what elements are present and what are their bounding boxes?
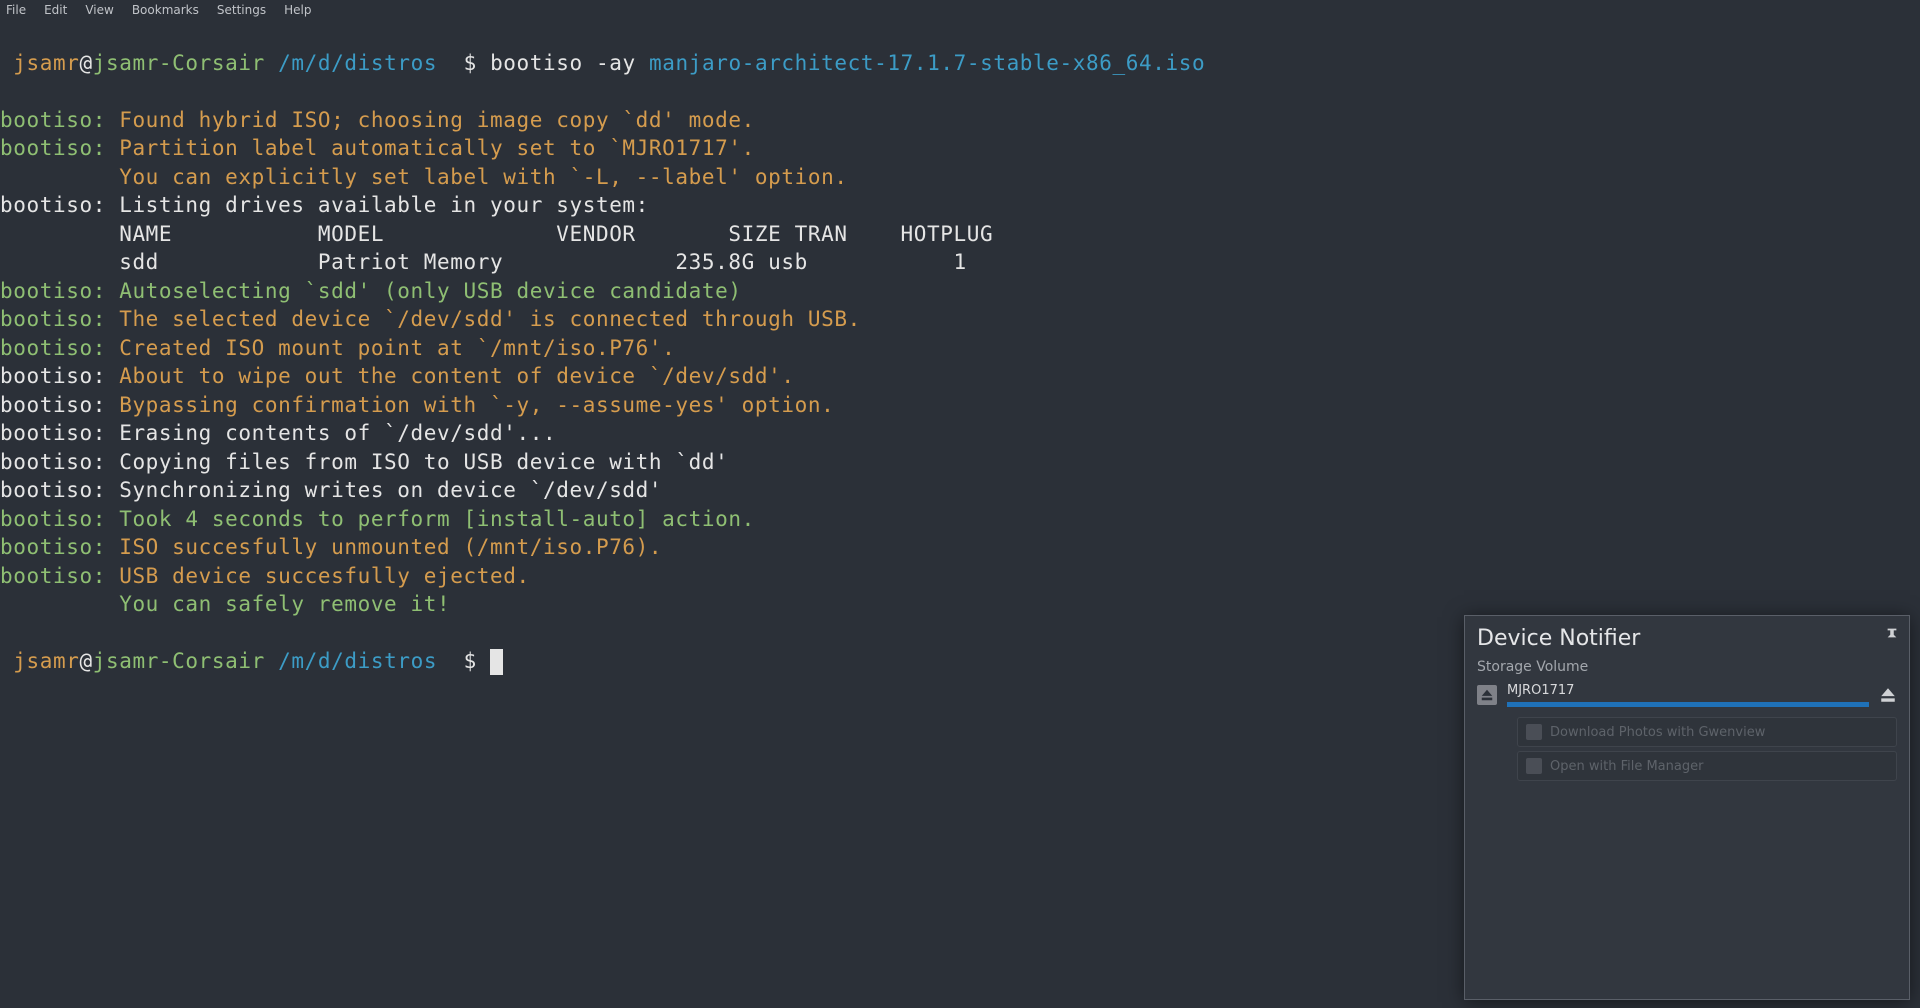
line-tag: bootiso: bbox=[0, 364, 106, 388]
line-tag: bootiso: bbox=[0, 421, 106, 445]
line-text: Copying files from ISO to USB device wit… bbox=[106, 450, 728, 474]
line-text: NAME MODEL VENDOR SIZE TRAN HOTPLUG bbox=[106, 222, 993, 246]
folder-icon bbox=[1526, 758, 1542, 774]
terminal[interactable]: jsamr@jsamr-Corsair /m/d/distros $ booti… bbox=[0, 20, 1920, 704]
line-text: ISO succesfully unmounted (/mnt/iso.P76)… bbox=[106, 535, 662, 559]
line-text: Synchronizing writes on device `/dev/sdd… bbox=[106, 478, 662, 502]
line-text: Erasing contents of `/dev/sdd'... bbox=[106, 421, 556, 445]
line-text: Listing drives available in your system: bbox=[106, 193, 649, 217]
prompt-symbol: $ bbox=[464, 649, 477, 673]
line-tag: bootiso: bbox=[0, 336, 106, 360]
prompt-path: /m/d/distros bbox=[278, 649, 437, 673]
line-tag: bootiso: bbox=[0, 478, 106, 502]
terminal-line: bootiso: The selected device `/dev/sdd' … bbox=[0, 305, 1920, 334]
terminal-line: bootiso: Created ISO mount point at `/mn… bbox=[0, 334, 1920, 363]
line-text: USB device succesfully ejected. bbox=[106, 564, 530, 588]
action-label: Download Photos with Gwenview bbox=[1550, 725, 1765, 740]
volume-label: MJRO1717 bbox=[1507, 683, 1869, 698]
line-text: You can safely remove it! bbox=[106, 592, 450, 616]
gwenview-icon bbox=[1526, 724, 1542, 740]
terminal-line: bootiso: ISO succesfully unmounted (/mnt… bbox=[0, 533, 1920, 562]
menu-edit[interactable]: Edit bbox=[44, 3, 67, 17]
prompt-user: jsamr bbox=[13, 649, 79, 673]
volume-row[interactable]: MJRO1717 bbox=[1477, 681, 1897, 707]
terminal-line: bootiso: Partition label automatically s… bbox=[0, 134, 1920, 163]
terminal-line: bootiso: Took 4 seconds to perform [inst… bbox=[0, 505, 1920, 534]
prompt-host: jsamr-Corsair bbox=[93, 649, 265, 673]
line-tag bbox=[0, 250, 106, 274]
menu-bookmarks[interactable]: Bookmarks bbox=[132, 3, 199, 17]
line-text: Bypassing confirmation with `-y, --assum… bbox=[106, 393, 834, 417]
prompt-at: @ bbox=[79, 51, 92, 75]
line-text: Created ISO mount point at `/mnt/iso.P76… bbox=[106, 336, 675, 360]
line-tag bbox=[0, 592, 106, 616]
terminal-line: bootiso: Listing drives available in you… bbox=[0, 191, 1920, 220]
line-tag: bootiso: bbox=[0, 136, 106, 160]
terminal-line: bootiso: Found hybrid ISO; choosing imag… bbox=[0, 106, 1920, 135]
menubar: File Edit View Bookmarks Settings Help bbox=[0, 0, 1920, 20]
terminal-line: bootiso: Synchronizing writes on device … bbox=[0, 476, 1920, 505]
line-text: Partition label automatically set to `MJ… bbox=[106, 136, 755, 160]
line-tag: bootiso: bbox=[0, 279, 106, 303]
terminal-line: NAME MODEL VENDOR SIZE TRAN HOTPLUG bbox=[0, 220, 1920, 249]
menu-view[interactable]: View bbox=[85, 3, 113, 17]
action-gwenview[interactable]: Download Photos with Gwenview bbox=[1517, 717, 1897, 747]
eject-icon bbox=[1477, 685, 1497, 705]
command-iso-arg: manjaro-architect-17.1.7-stable-x86_64.i… bbox=[649, 51, 1205, 75]
notifier-subhead: Storage Volume bbox=[1477, 659, 1897, 675]
eject-button[interactable] bbox=[1879, 686, 1897, 704]
line-text: Took 4 seconds to perform [install-auto]… bbox=[106, 507, 755, 531]
terminal-line: bootiso: Copying files from ISO to USB d… bbox=[0, 448, 1920, 477]
line-text: About to wipe out the content of device … bbox=[106, 364, 795, 388]
terminal-output: bootiso: Found hybrid ISO; choosing imag… bbox=[0, 106, 1920, 619]
terminal-line: sdd Patriot Memory 235.8G usb 1 bbox=[0, 248, 1920, 277]
line-tag: bootiso: bbox=[0, 564, 106, 588]
terminal-line: You can explicitly set label with `-L, -… bbox=[0, 163, 1920, 192]
line-text: You can explicitly set label with `-L, -… bbox=[106, 165, 848, 189]
line-text: Autoselecting `sdd' (only USB device can… bbox=[106, 279, 742, 303]
terminal-line: bootiso: About to wipe out the content o… bbox=[0, 362, 1920, 391]
command-bin: bootiso bbox=[490, 51, 583, 75]
terminal-line: bootiso: Bypassing confirmation with `-y… bbox=[0, 391, 1920, 420]
line-tag bbox=[0, 222, 106, 246]
prompt-at: @ bbox=[79, 649, 92, 673]
action-filemanager[interactable]: Open with File Manager bbox=[1517, 751, 1897, 781]
notifier-title: Device Notifier bbox=[1477, 626, 1897, 651]
action-list: Download Photos with Gwenview Open with … bbox=[1517, 717, 1897, 781]
line-tag bbox=[0, 165, 106, 189]
volume-usage-bar bbox=[1507, 702, 1869, 707]
prompt-line-1: jsamr@jsamr-Corsair /m/d/distros $ booti… bbox=[0, 49, 1920, 78]
line-text: Found hybrid ISO; choosing image copy `d… bbox=[106, 108, 755, 132]
line-tag: bootiso: bbox=[0, 193, 106, 217]
prompt-path: /m/d/distros bbox=[278, 51, 437, 75]
line-text: sdd Patriot Memory 235.8G usb 1 bbox=[106, 250, 967, 274]
terminal-line: bootiso: USB device succesfully ejected. bbox=[0, 562, 1920, 591]
device-notifier-popup: Device Notifier Storage Volume MJRO1717 … bbox=[1464, 615, 1910, 1000]
line-tag: bootiso: bbox=[0, 307, 106, 331]
menu-help[interactable]: Help bbox=[284, 3, 311, 17]
menu-settings[interactable]: Settings bbox=[217, 3, 266, 17]
line-text: The selected device `/dev/sdd' is connec… bbox=[106, 307, 861, 331]
prompt-symbol: $ bbox=[464, 51, 477, 75]
command-flags: -ay bbox=[596, 51, 636, 75]
line-tag: bootiso: bbox=[0, 108, 106, 132]
terminal-line: bootiso: Autoselecting `sdd' (only USB d… bbox=[0, 277, 1920, 306]
prompt-host: jsamr-Corsair bbox=[93, 51, 265, 75]
menu-file[interactable]: File bbox=[6, 3, 26, 17]
terminal-line: bootiso: Erasing contents of `/dev/sdd'.… bbox=[0, 419, 1920, 448]
action-label: Open with File Manager bbox=[1550, 759, 1703, 774]
pin-icon[interactable] bbox=[1885, 626, 1899, 640]
line-tag: bootiso: bbox=[0, 535, 106, 559]
line-tag: bootiso: bbox=[0, 393, 106, 417]
line-tag: bootiso: bbox=[0, 450, 106, 474]
line-tag: bootiso: bbox=[0, 507, 106, 531]
volume-main: MJRO1717 bbox=[1507, 683, 1869, 707]
prompt-user: jsamr bbox=[13, 51, 79, 75]
terminal-cursor bbox=[490, 649, 503, 675]
